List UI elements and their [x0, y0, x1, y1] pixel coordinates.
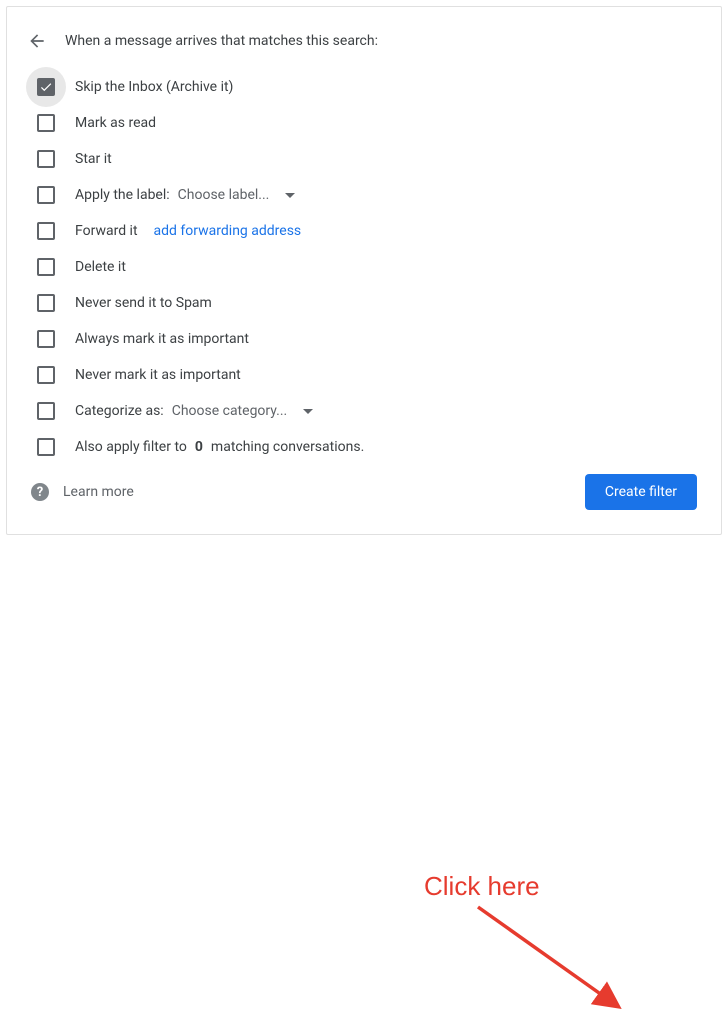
create-filter-button[interactable]: Create filter — [585, 474, 697, 510]
label-never-important: Never mark it as important — [75, 367, 241, 383]
back-arrow-icon[interactable] — [27, 31, 47, 51]
option-forward-it: Forward it add forwarding address — [27, 213, 701, 249]
categorize-dropdown[interactable]: Choose category... — [172, 403, 314, 419]
option-categorize-as: Categorize as: Choose category... — [27, 393, 701, 429]
label-mark-read: Mark as read — [75, 115, 156, 131]
annotation-text: Click here — [424, 871, 540, 902]
checkbox-never-spam[interactable] — [37, 294, 55, 312]
categorize-dropdown-text: Choose category... — [172, 403, 288, 419]
checkbox-delete-it[interactable] — [37, 258, 55, 276]
chevron-down-icon — [303, 409, 313, 414]
apply-label-dropdown[interactable]: Choose label... — [178, 187, 296, 203]
label-also-apply: Also apply filter to 0 matching conversa… — [75, 439, 364, 455]
filter-options-panel: When a message arrives that matches this… — [6, 6, 722, 535]
label-never-spam: Never send it to Spam — [75, 295, 212, 311]
option-mark-read: Mark as read — [27, 105, 701, 141]
add-forwarding-link[interactable]: add forwarding address — [154, 223, 302, 239]
option-never-spam: Never send it to Spam — [27, 285, 701, 321]
forward-it-text: Forward it — [75, 223, 138, 239]
also-apply-post: matching conversations. — [211, 439, 364, 455]
checkbox-also-apply[interactable] — [37, 438, 55, 456]
categorize-as-text: Categorize as: — [75, 403, 164, 419]
option-star-it: Star it — [27, 141, 701, 177]
option-delete-it: Delete it — [27, 249, 701, 285]
help-icon: ? — [31, 483, 49, 501]
checkbox-mark-read[interactable] — [37, 114, 55, 132]
footer-row: ? Learn more Create filter — [31, 474, 697, 510]
also-apply-pre: Also apply filter to — [75, 439, 187, 455]
label-delete-it: Delete it — [75, 259, 126, 275]
apply-label-dropdown-text: Choose label... — [178, 187, 270, 203]
checkbox-always-important[interactable] — [37, 330, 55, 348]
checkbox-wrap — [37, 78, 55, 96]
label-categorize-as: Categorize as: Choose category... — [75, 403, 313, 419]
apply-label-text: Apply the label: — [75, 187, 170, 203]
checkbox-never-important[interactable] — [37, 366, 55, 384]
option-skip-inbox: Skip the Inbox (Archive it) — [27, 69, 701, 105]
option-never-important: Never mark it as important — [27, 357, 701, 393]
also-apply-count: 0 — [195, 439, 203, 455]
label-always-important: Always mark it as important — [75, 331, 249, 347]
annotation-arrow-icon — [466, 897, 646, 1027]
header-title: When a message arrives that matches this… — [65, 33, 378, 49]
chevron-down-icon — [285, 193, 295, 198]
learn-more-text: Learn more — [63, 484, 134, 500]
label-forward-it: Forward it add forwarding address — [75, 223, 301, 239]
option-also-apply: Also apply filter to 0 matching conversa… — [27, 429, 701, 465]
checkbox-skip-inbox[interactable] — [37, 78, 55, 96]
label-skip-inbox: Skip the Inbox (Archive it) — [75, 79, 233, 95]
checkbox-apply-label[interactable] — [37, 186, 55, 204]
option-always-important: Always mark it as important — [27, 321, 701, 357]
label-apply-label: Apply the label: Choose label... — [75, 187, 295, 203]
learn-more-link[interactable]: ? Learn more — [31, 483, 134, 501]
checkbox-categorize-as[interactable] — [37, 402, 55, 420]
label-star-it: Star it — [75, 151, 112, 167]
checkbox-forward-it[interactable] — [37, 222, 55, 240]
option-apply-label: Apply the label: Choose label... — [27, 177, 701, 213]
checkbox-star-it[interactable] — [37, 150, 55, 168]
header-row: When a message arrives that matches this… — [27, 31, 701, 51]
